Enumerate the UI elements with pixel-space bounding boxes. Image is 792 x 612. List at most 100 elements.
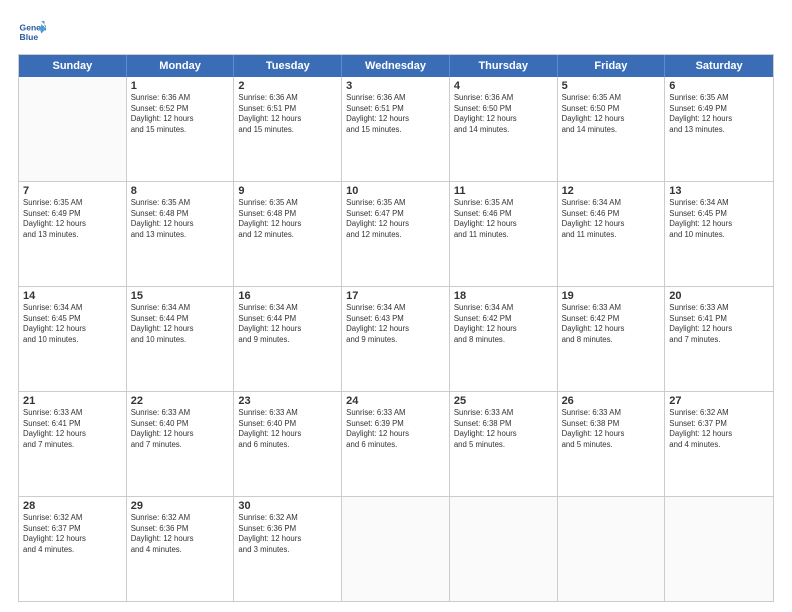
calendar-cell xyxy=(665,497,773,601)
day-number: 26 xyxy=(562,395,661,407)
svg-text:Blue: Blue xyxy=(20,32,39,42)
calendar-cell: 9Sunrise: 6:35 AM Sunset: 6:48 PM Daylig… xyxy=(234,182,342,286)
cell-info: Sunrise: 6:33 AM Sunset: 6:40 PM Dayligh… xyxy=(238,408,337,450)
cell-info: Sunrise: 6:35 AM Sunset: 6:49 PM Dayligh… xyxy=(669,93,769,135)
cell-info: Sunrise: 6:34 AM Sunset: 6:45 PM Dayligh… xyxy=(23,303,122,345)
day-number: 24 xyxy=(346,395,445,407)
day-number: 4 xyxy=(454,80,553,92)
weekday-header: Thursday xyxy=(450,55,558,77)
calendar: SundayMondayTuesdayWednesdayThursdayFrid… xyxy=(18,54,774,602)
calendar-cell: 14Sunrise: 6:34 AM Sunset: 6:45 PM Dayli… xyxy=(19,287,127,391)
cell-info: Sunrise: 6:36 AM Sunset: 6:50 PM Dayligh… xyxy=(454,93,553,135)
calendar-cell xyxy=(558,497,666,601)
cell-info: Sunrise: 6:34 AM Sunset: 6:45 PM Dayligh… xyxy=(669,198,769,240)
header: General Blue xyxy=(18,18,774,46)
day-number: 25 xyxy=(454,395,553,407)
calendar-cell: 15Sunrise: 6:34 AM Sunset: 6:44 PM Dayli… xyxy=(127,287,235,391)
cell-info: Sunrise: 6:33 AM Sunset: 6:39 PM Dayligh… xyxy=(346,408,445,450)
calendar-row: 14Sunrise: 6:34 AM Sunset: 6:45 PM Dayli… xyxy=(19,286,773,391)
cell-info: Sunrise: 6:35 AM Sunset: 6:50 PM Dayligh… xyxy=(562,93,661,135)
day-number: 8 xyxy=(131,185,230,197)
calendar-row: 1Sunrise: 6:36 AM Sunset: 6:52 PM Daylig… xyxy=(19,77,773,181)
weekday-header: Monday xyxy=(127,55,235,77)
calendar-cell: 18Sunrise: 6:34 AM Sunset: 6:42 PM Dayli… xyxy=(450,287,558,391)
cell-info: Sunrise: 6:33 AM Sunset: 6:38 PM Dayligh… xyxy=(454,408,553,450)
cell-info: Sunrise: 6:34 AM Sunset: 6:44 PM Dayligh… xyxy=(131,303,230,345)
cell-info: Sunrise: 6:35 AM Sunset: 6:49 PM Dayligh… xyxy=(23,198,122,240)
day-number: 10 xyxy=(346,185,445,197)
calendar-cell: 26Sunrise: 6:33 AM Sunset: 6:38 PM Dayli… xyxy=(558,392,666,496)
day-number: 1 xyxy=(131,80,230,92)
day-number: 7 xyxy=(23,185,122,197)
day-number: 12 xyxy=(562,185,661,197)
calendar-cell: 7Sunrise: 6:35 AM Sunset: 6:49 PM Daylig… xyxy=(19,182,127,286)
day-number: 13 xyxy=(669,185,769,197)
calendar-cell: 1Sunrise: 6:36 AM Sunset: 6:52 PM Daylig… xyxy=(127,77,235,181)
weekday-header: Tuesday xyxy=(234,55,342,77)
cell-info: Sunrise: 6:33 AM Sunset: 6:38 PM Dayligh… xyxy=(562,408,661,450)
calendar-cell: 12Sunrise: 6:34 AM Sunset: 6:46 PM Dayli… xyxy=(558,182,666,286)
cell-info: Sunrise: 6:33 AM Sunset: 6:42 PM Dayligh… xyxy=(562,303,661,345)
calendar-cell: 13Sunrise: 6:34 AM Sunset: 6:45 PM Dayli… xyxy=(665,182,773,286)
weekday-header: Sunday xyxy=(19,55,127,77)
calendar-body: 1Sunrise: 6:36 AM Sunset: 6:52 PM Daylig… xyxy=(19,77,773,601)
cell-info: Sunrise: 6:32 AM Sunset: 6:37 PM Dayligh… xyxy=(669,408,769,450)
day-number: 11 xyxy=(454,185,553,197)
day-number: 29 xyxy=(131,500,230,512)
logo: General Blue xyxy=(18,18,46,46)
day-number: 9 xyxy=(238,185,337,197)
day-number: 5 xyxy=(562,80,661,92)
day-number: 27 xyxy=(669,395,769,407)
weekday-header: Friday xyxy=(558,55,666,77)
calendar-cell: 23Sunrise: 6:33 AM Sunset: 6:40 PM Dayli… xyxy=(234,392,342,496)
cell-info: Sunrise: 6:33 AM Sunset: 6:41 PM Dayligh… xyxy=(669,303,769,345)
cell-info: Sunrise: 6:32 AM Sunset: 6:36 PM Dayligh… xyxy=(131,513,230,555)
calendar-cell: 30Sunrise: 6:32 AM Sunset: 6:36 PM Dayli… xyxy=(234,497,342,601)
calendar-cell: 28Sunrise: 6:32 AM Sunset: 6:37 PM Dayli… xyxy=(19,497,127,601)
cell-info: Sunrise: 6:34 AM Sunset: 6:42 PM Dayligh… xyxy=(454,303,553,345)
cell-info: Sunrise: 6:35 AM Sunset: 6:48 PM Dayligh… xyxy=(238,198,337,240)
cell-info: Sunrise: 6:36 AM Sunset: 6:51 PM Dayligh… xyxy=(346,93,445,135)
calendar-cell: 27Sunrise: 6:32 AM Sunset: 6:37 PM Dayli… xyxy=(665,392,773,496)
cell-info: Sunrise: 6:35 AM Sunset: 6:47 PM Dayligh… xyxy=(346,198,445,240)
day-number: 22 xyxy=(131,395,230,407)
calendar-cell: 4Sunrise: 6:36 AM Sunset: 6:50 PM Daylig… xyxy=(450,77,558,181)
day-number: 17 xyxy=(346,290,445,302)
cell-info: Sunrise: 6:36 AM Sunset: 6:52 PM Dayligh… xyxy=(131,93,230,135)
calendar-cell: 5Sunrise: 6:35 AM Sunset: 6:50 PM Daylig… xyxy=(558,77,666,181)
weekday-header: Wednesday xyxy=(342,55,450,77)
calendar-cell xyxy=(342,497,450,601)
calendar-row: 21Sunrise: 6:33 AM Sunset: 6:41 PM Dayli… xyxy=(19,391,773,496)
calendar-cell: 22Sunrise: 6:33 AM Sunset: 6:40 PM Dayli… xyxy=(127,392,235,496)
cell-info: Sunrise: 6:35 AM Sunset: 6:48 PM Dayligh… xyxy=(131,198,230,240)
cell-info: Sunrise: 6:32 AM Sunset: 6:36 PM Dayligh… xyxy=(238,513,337,555)
day-number: 30 xyxy=(238,500,337,512)
logo-icon: General Blue xyxy=(18,18,46,46)
page: General Blue SundayMondayTuesdayWednesda… xyxy=(0,0,792,612)
calendar-cell: 25Sunrise: 6:33 AM Sunset: 6:38 PM Dayli… xyxy=(450,392,558,496)
day-number: 21 xyxy=(23,395,122,407)
weekday-header: Saturday xyxy=(665,55,773,77)
calendar-cell: 16Sunrise: 6:34 AM Sunset: 6:44 PM Dayli… xyxy=(234,287,342,391)
calendar-cell: 2Sunrise: 6:36 AM Sunset: 6:51 PM Daylig… xyxy=(234,77,342,181)
calendar-cell xyxy=(450,497,558,601)
calendar-cell: 21Sunrise: 6:33 AM Sunset: 6:41 PM Dayli… xyxy=(19,392,127,496)
calendar-cell: 24Sunrise: 6:33 AM Sunset: 6:39 PM Dayli… xyxy=(342,392,450,496)
day-number: 23 xyxy=(238,395,337,407)
calendar-cell: 8Sunrise: 6:35 AM Sunset: 6:48 PM Daylig… xyxy=(127,182,235,286)
calendar-cell: 6Sunrise: 6:35 AM Sunset: 6:49 PM Daylig… xyxy=(665,77,773,181)
calendar-cell: 19Sunrise: 6:33 AM Sunset: 6:42 PM Dayli… xyxy=(558,287,666,391)
cell-info: Sunrise: 6:36 AM Sunset: 6:51 PM Dayligh… xyxy=(238,93,337,135)
calendar-row: 7Sunrise: 6:35 AM Sunset: 6:49 PM Daylig… xyxy=(19,181,773,286)
calendar-row: 28Sunrise: 6:32 AM Sunset: 6:37 PM Dayli… xyxy=(19,496,773,601)
cell-info: Sunrise: 6:35 AM Sunset: 6:46 PM Dayligh… xyxy=(454,198,553,240)
calendar-cell: 17Sunrise: 6:34 AM Sunset: 6:43 PM Dayli… xyxy=(342,287,450,391)
calendar-cell: 29Sunrise: 6:32 AM Sunset: 6:36 PM Dayli… xyxy=(127,497,235,601)
cell-info: Sunrise: 6:32 AM Sunset: 6:37 PM Dayligh… xyxy=(23,513,122,555)
calendar-cell: 3Sunrise: 6:36 AM Sunset: 6:51 PM Daylig… xyxy=(342,77,450,181)
calendar-cell: 11Sunrise: 6:35 AM Sunset: 6:46 PM Dayli… xyxy=(450,182,558,286)
cell-info: Sunrise: 6:34 AM Sunset: 6:44 PM Dayligh… xyxy=(238,303,337,345)
day-number: 2 xyxy=(238,80,337,92)
day-number: 15 xyxy=(131,290,230,302)
day-number: 20 xyxy=(669,290,769,302)
